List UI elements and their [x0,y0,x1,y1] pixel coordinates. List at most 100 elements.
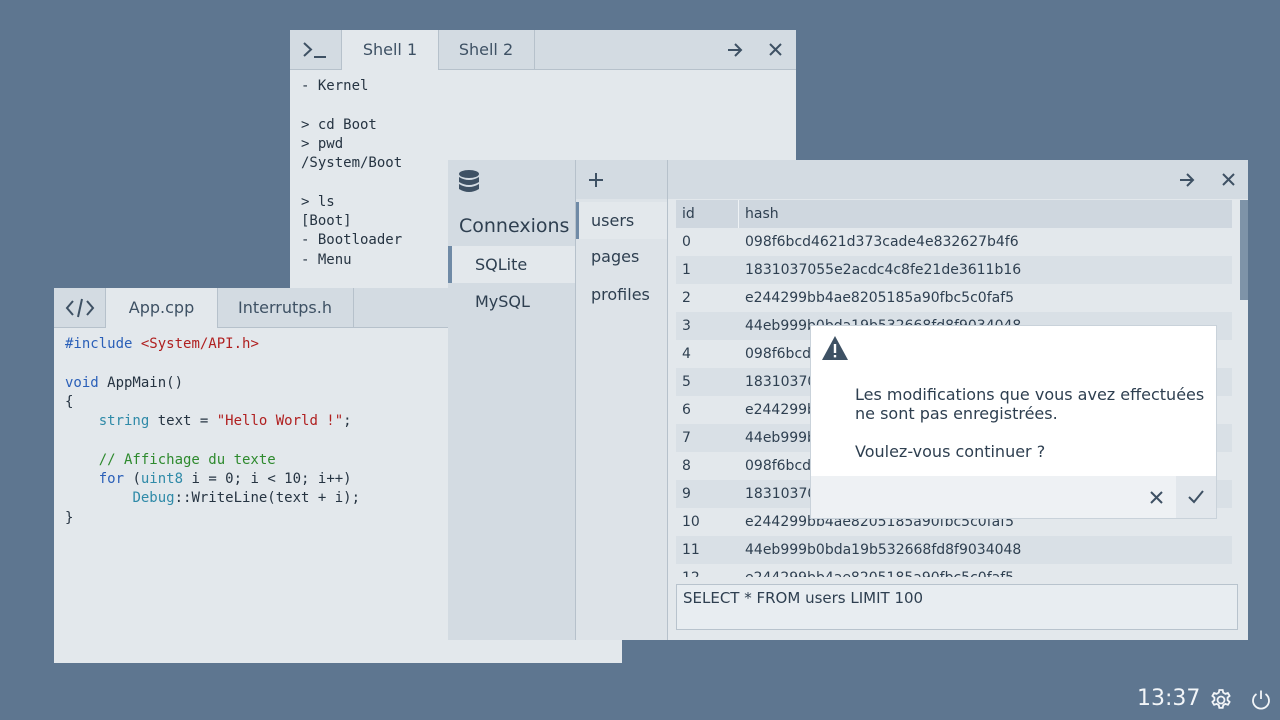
table-item-pages[interactable]: pages [576,238,667,275]
table-row[interactable]: 0 098f6bcd4621d373cade4e832627b4f6 [676,228,1232,256]
cell-id: 10 [682,514,700,530]
close-icon[interactable] [760,30,790,69]
connections-panel: Connexions SQLite MySQL [448,160,576,640]
cell-id: 3 [682,318,691,334]
code-token: <System/API.h> [140,336,259,352]
code-token: for [98,471,125,488]
cell-id: 2 [682,290,691,306]
close-icon[interactable] [1213,160,1243,199]
code-token: #include [65,336,133,352]
tables-panel: users pages profiles [576,160,668,640]
code-token: uint8 [140,471,184,488]
code-line: } [65,509,74,526]
code-icon [54,288,105,327]
code-line: { [65,393,74,410]
code-token: Debug [132,490,175,507]
code-token: text = [149,413,217,430]
code-token: ( [124,471,141,488]
arrow-right-icon[interactable] [1172,160,1202,199]
table-item-users[interactable]: users [576,202,667,239]
close-icon [1149,490,1163,504]
gear-icon[interactable] [1208,687,1234,713]
table-row[interactable]: 1 1831037055e2acdc4c8fe21de3611b16 [676,256,1232,284]
shell-tab-bar: Shell 1 Shell 2 [290,30,796,70]
table-item-profiles[interactable]: profiles [576,276,667,313]
warning-icon [821,334,849,362]
tables-toolbar [576,160,667,199]
dialog-cancel-button[interactable] [1136,476,1176,518]
cell-id: 12 [682,564,700,577]
column-header-hash[interactable]: hash [738,200,779,228]
code-token: "Hello World !" [216,413,344,430]
code-editor[interactable]: #include <System/API.h> void AppMain(){ … [65,335,360,528]
tab-shell-1[interactable]: Shell 1 [341,30,439,70]
code-token: ::WriteLine(text + i); [174,490,361,507]
table-header-row: id hash [676,200,1232,228]
dialog-button-bar [811,476,1216,518]
code-line: Debug::WriteLine(text + i); [65,489,360,508]
code-line: #include <System/API.h> [65,335,360,354]
cell-hash: 44eb999b0bda19b532668fd8f9034048 [745,542,1022,558]
cell-hash: e244299bb4ae8205185a90fbc5c0faf5 [745,564,1014,577]
cell-hash: 098f6bcd4621d373cade4e832627b4f6 [745,234,1019,250]
plus-icon[interactable] [584,165,608,195]
connections-heading: Connexions [459,215,570,237]
table-row[interactable]: 2 e244299bb4ae8205185a90fbc5c0faf5 [676,284,1232,312]
code-token: ; [343,413,352,430]
code-token: i = 0; i < 10; i++) [183,471,352,488]
cell-id: 5 [682,374,691,390]
shell-line: > cd Boot [301,116,377,133]
dialog-line: Voulez-vous continuer ? [855,442,1046,461]
database-icon [456,168,482,198]
code-comment: // Affichage du texte [98,451,276,468]
shell-line: [Boot] [301,213,352,230]
dialog-confirm-button[interactable] [1176,476,1216,518]
shell-output[interactable]: - Kernel > cd Boot > pwd/System/Boot > ls… [301,77,402,270]
code-line: // Affichage du texte [65,451,360,470]
cell-id: 1 [682,262,691,278]
connection-item-mysql[interactable]: MySQL [448,283,575,320]
code-line: for (uint8 i = 0; i < 10; i++) [65,470,360,489]
check-icon [1188,490,1204,504]
cell-id: 11 [682,542,700,558]
tab-interrupts-h[interactable]: Interrutps.h [217,288,354,327]
table-row[interactable]: 11 44eb999b0bda19b532668fd8f9034048 [676,536,1232,564]
cell-id: 7 [682,430,691,446]
power-icon[interactable] [1248,687,1274,713]
unsaved-changes-dialog: Les modifications que vous avez effectué… [811,326,1216,518]
shell-line: - Bootloader [301,232,403,249]
cell-hash: 1831037055e2acdc4c8fe21de3611b16 [745,262,1022,278]
cell-id: 4 [682,346,691,362]
column-header-id[interactable]: id [682,200,695,228]
shell-line: > pwd [301,135,344,152]
code-token: string [98,413,150,430]
dialog-message: Les modifications que vous avez effectué… [855,385,1204,461]
table-row[interactable]: 12 e244299bb4ae8205185a90fbc5c0faf5 [676,564,1232,577]
code-line: void AppMain() [65,374,360,393]
shell-line: - Kernel [301,78,369,94]
cell-hash: e244299bb4ae8205185a90fbc5c0faf5 [745,290,1015,306]
sql-query-input[interactable]: SELECT * FROM users LIMIT 100 [676,584,1238,630]
shell-line: - Menu [301,251,352,268]
cell-id: 8 [682,458,691,474]
code-token: AppMain() [98,374,184,391]
results-scrollbar[interactable] [1240,200,1248,300]
arrow-right-icon[interactable] [720,30,750,69]
code-line: string text = "Hello World !"; [65,412,360,431]
cell-id: 0 [682,234,691,250]
shell-line: /System/Boot [301,155,403,172]
tab-shell-2[interactable]: Shell 2 [438,30,535,69]
dialog-line: ne sont pas enregistrées. [855,404,1058,423]
connection-item-sqlite[interactable]: SQLite [448,246,575,283]
tab-app-cpp[interactable]: App.cpp [105,288,218,328]
dialog-line: Les modifications que vous avez effectué… [855,385,1205,404]
code-token: void [65,374,99,391]
